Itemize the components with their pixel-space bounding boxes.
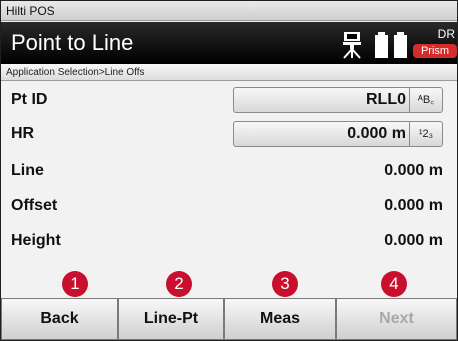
line-label: Line: [11, 162, 44, 179]
next-button[interactable]: Next: [336, 298, 457, 340]
page-title: Point to Line: [11, 30, 134, 55]
height-label: Height: [11, 232, 61, 249]
numeric-mode-icon[interactable]: ¹2₃: [409, 122, 442, 146]
breadcrumb: Application Selection>Line Offs: [1, 64, 457, 81]
instrument-icon: [343, 32, 361, 59]
header-bar: Point to Line DR Prism: [1, 22, 457, 64]
line-row: Line 0.000 m: [1, 153, 457, 187]
offset-label: Offset: [11, 197, 58, 214]
app-title-bar: Hilti POS: [1, 1, 457, 21]
height-row: Height 0.000 m: [1, 223, 457, 257]
hr-value: 0.000 m: [347, 125, 406, 142]
callout-marker-2: 2: [166, 271, 192, 297]
alpha-mode-icon[interactable]: ᴬB꜀: [409, 88, 442, 112]
hr-field[interactable]: 0.000 m ¹2₃: [233, 121, 443, 147]
pt-id-label: Pt ID: [11, 91, 48, 108]
measure-mode-label: DR: [437, 27, 455, 41]
pt-id-row: Pt ID RLL0 ᴬB꜀: [1, 82, 457, 116]
battery-icon: [375, 32, 407, 58]
callout-marker-4: 4: [381, 271, 407, 297]
softkey-bar: Back Line-Pt Meas Next: [1, 298, 457, 340]
height-value: 0.000 m: [384, 232, 443, 249]
back-button[interactable]: Back: [1, 298, 118, 340]
line-pt-button[interactable]: Line-Pt: [118, 298, 224, 340]
callout-marker-1: 1: [62, 271, 88, 297]
target-indicator: DR Prism: [413, 27, 457, 61]
device-screen: Hilti POS Point to Line DR Prism Applica…: [0, 0, 458, 341]
prism-badge: Prism: [413, 44, 457, 58]
pt-id-field[interactable]: RLL0 ᴬB꜀: [233, 87, 443, 113]
app-title: Hilti POS: [6, 4, 55, 18]
offset-row: Offset 0.000 m: [1, 188, 457, 222]
callout-marker-3: 3: [272, 271, 298, 297]
meas-button[interactable]: Meas: [224, 298, 336, 340]
hr-label: HR: [11, 125, 35, 142]
pt-id-value: RLL0: [366, 91, 406, 108]
hr-row: HR 0.000 m ¹2₃: [1, 116, 457, 150]
line-value: 0.000 m: [384, 162, 443, 179]
offset-value: 0.000 m: [384, 197, 443, 214]
